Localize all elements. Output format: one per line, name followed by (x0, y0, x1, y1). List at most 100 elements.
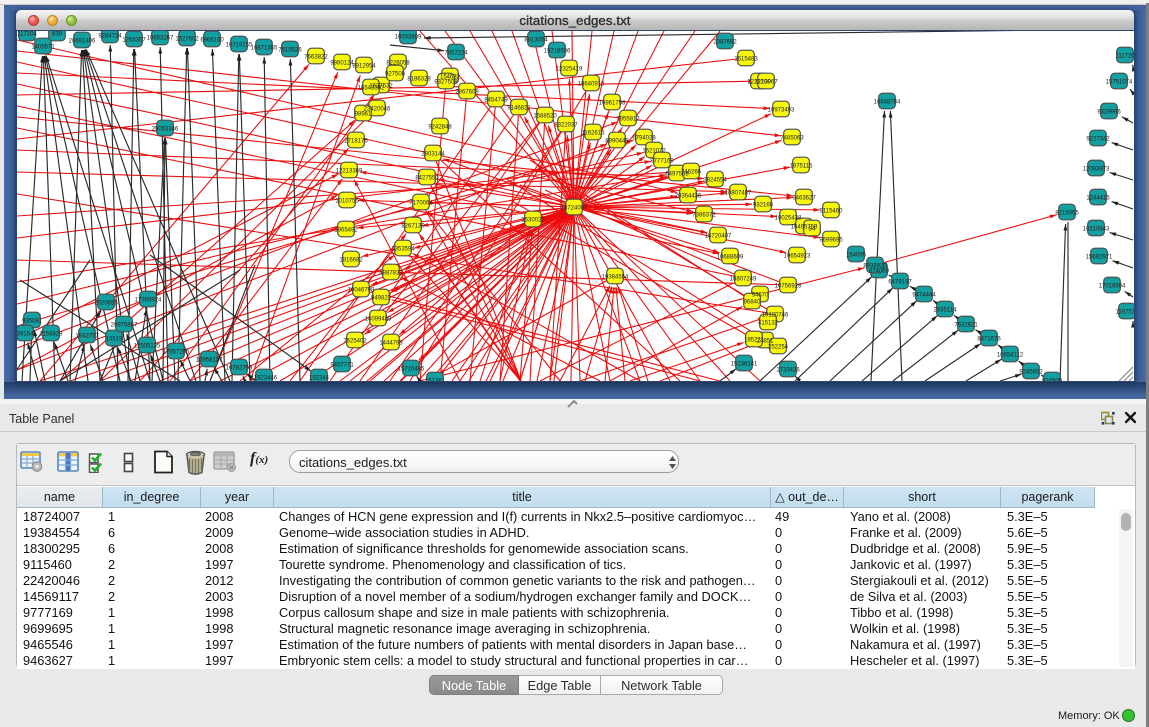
svg-text:746266: 746266 (681, 170, 702, 176)
svg-text:16671355: 16671355 (251, 46, 278, 52)
svg-text:19654923: 19654923 (784, 254, 811, 260)
svg-text:2803144: 2803144 (421, 152, 445, 158)
svg-text:7955812: 7955812 (616, 117, 640, 123)
svg-text:2935114: 2935114 (934, 308, 958, 314)
svg-text:8813054: 8813054 (524, 38, 548, 44)
svg-text:9115460: 9115460 (820, 209, 844, 215)
svg-text:20975867: 20975867 (111, 323, 138, 329)
svg-text:16543362: 16543362 (358, 86, 385, 92)
svg-text:18640910: 18640910 (578, 82, 605, 88)
svg-text:192344: 192344 (309, 376, 330, 381)
svg-text:935081: 935081 (22, 319, 43, 325)
svg-text:6479197: 6479197 (888, 280, 912, 286)
svg-text:12325419: 12325419 (556, 67, 583, 73)
svg-text:10654112: 10654112 (997, 353, 1024, 359)
svg-text:12093873: 12093873 (1083, 167, 1110, 173)
svg-text:9463627: 9463627 (792, 196, 816, 202)
svg-text:1010755: 1010755 (335, 199, 359, 205)
svg-text:1975115: 1975115 (790, 164, 814, 170)
svg-text:19218506: 19218506 (544, 49, 571, 55)
svg-text:9699695: 9699695 (819, 238, 843, 244)
svg-text:9227342: 9227342 (1086, 137, 1110, 143)
svg-text:8990448: 8990448 (605, 139, 629, 145)
svg-text:1530023: 1530023 (521, 218, 545, 224)
svg-text:1353594: 1353594 (391, 247, 415, 253)
svg-text:10210643: 10210643 (1083, 227, 1110, 233)
svg-text:10046798: 10046798 (348, 288, 375, 294)
svg-text:17016504: 17016504 (1099, 284, 1126, 290)
svg-text:9284734: 9284734 (98, 34, 122, 40)
svg-text:1167533: 1167533 (1116, 310, 1134, 316)
svg-text:3824554: 3824554 (703, 178, 727, 184)
svg-text:1213967: 1213967 (754, 80, 778, 86)
svg-text:9242848: 9242848 (428, 125, 452, 131)
svg-text:11923446: 11923446 (251, 376, 278, 381)
svg-text:7515526: 7515526 (278, 48, 302, 54)
svg-text:9329966: 9329966 (1097, 110, 1121, 116)
svg-text:1615483: 1615483 (734, 57, 758, 63)
svg-text:415132: 415132 (758, 321, 779, 327)
svg-text:16961758: 16961758 (599, 101, 626, 107)
svg-text:111720: 111720 (1115, 54, 1134, 60)
svg-text:18807249: 18807249 (730, 277, 757, 283)
svg-text:9474444: 9474444 (912, 293, 936, 299)
svg-text:839: 839 (52, 32, 63, 38)
svg-text:2867608: 2867608 (455, 90, 479, 96)
svg-text:10688609: 10688609 (717, 255, 744, 261)
svg-text:924509: 924509 (1042, 379, 1063, 381)
svg-text:164095: 164095 (846, 253, 867, 259)
svg-text:98961: 98961 (355, 112, 372, 118)
svg-text:1887833: 1887833 (379, 271, 403, 277)
svg-text:29053346: 29053346 (152, 127, 179, 133)
svg-text:1621072: 1621072 (642, 149, 666, 155)
svg-text:10025438: 10025438 (775, 216, 802, 222)
svg-text:10973493: 10973493 (768, 108, 795, 114)
svg-text:96840: 96840 (744, 300, 761, 306)
svg-text:7857224: 7857224 (444, 51, 468, 57)
svg-text:151361: 151361 (425, 379, 446, 381)
svg-text:16033809: 16033809 (395, 35, 422, 41)
svg-text:8267130: 8267130 (401, 224, 425, 230)
svg-text:8454749: 8454749 (484, 98, 508, 104)
svg-text:14099489: 14099489 (365, 317, 392, 323)
svg-text:12213369: 12213369 (336, 169, 363, 175)
svg-text:8938923: 8938923 (863, 264, 887, 270)
svg-text:1265357: 1265357 (122, 38, 146, 44)
svg-text:6794028: 6794028 (632, 136, 656, 142)
svg-text:39154: 39154 (17, 332, 34, 338)
svg-text:15716485: 15716485 (398, 367, 425, 373)
svg-text:1527602: 1527602 (175, 37, 199, 43)
svg-text:7485063: 7485063 (780, 136, 804, 142)
svg-text:1156829: 1156829 (40, 332, 64, 338)
svg-text:1162615: 1162615 (582, 131, 606, 137)
svg-text:8471676: 8471676 (977, 337, 1001, 343)
svg-text:949822: 949822 (371, 296, 392, 302)
svg-text:20691406: 20691406 (69, 39, 96, 45)
svg-text:1405571: 1405571 (31, 45, 55, 51)
svg-text:1244415: 1244415 (1086, 196, 1110, 202)
svg-text:10653267: 10653267 (147, 36, 174, 42)
svg-text:19384554: 19384554 (602, 275, 629, 281)
svg-text:7625402: 7625402 (343, 339, 367, 345)
svg-text:117104: 117104 (17, 32, 37, 38)
svg-text:10719155: 10719155 (226, 43, 253, 49)
svg-text:9245652: 9245652 (1019, 370, 1043, 376)
svg-text:1942757: 1942757 (75, 334, 99, 340)
svg-text:8912954: 8912954 (352, 64, 376, 70)
svg-text:94670: 94670 (752, 293, 769, 299)
svg-text:7632621: 7632621 (954, 323, 978, 329)
svg-text:14519: 14519 (106, 337, 123, 343)
svg-text:7170064: 7170064 (409, 201, 433, 207)
svg-text:16648784: 16648784 (874, 100, 901, 106)
svg-text:9777169: 9777169 (650, 159, 674, 165)
svg-text:16782759: 16782759 (226, 366, 253, 372)
svg-text:12505135: 12505135 (134, 344, 161, 350)
svg-text:10120746: 10120746 (762, 313, 789, 319)
svg-text:8322037: 8322037 (554, 123, 578, 129)
svg-text:9327508: 9327508 (434, 80, 458, 86)
svg-text:18724007: 18724007 (561, 206, 588, 212)
svg-text:15692971: 15692971 (1086, 255, 1113, 261)
svg-text:10958127: 10958127 (196, 358, 223, 364)
svg-text:2087682: 2087682 (713, 40, 737, 46)
svg-text:927508: 927508 (385, 72, 406, 78)
